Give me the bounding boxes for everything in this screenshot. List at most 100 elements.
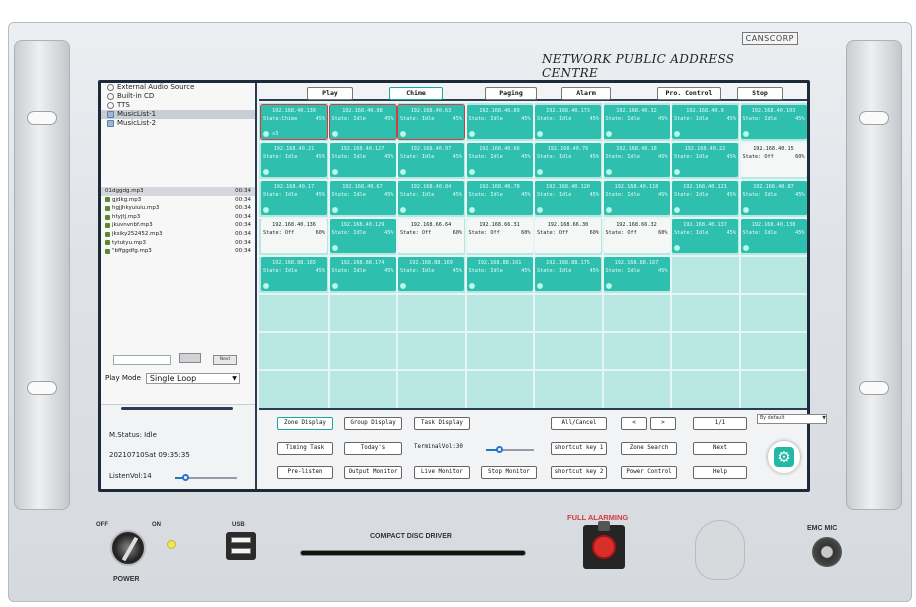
zone-tile[interactable]: 192.168.40.127 State: Idle 45%	[329, 143, 396, 177]
usb-ports[interactable]	[226, 532, 256, 560]
date-time: 20210710Sat 09:35:35	[109, 451, 190, 459]
play-mode-select[interactable]: Single Loop ▼	[145, 372, 240, 384]
alarm-switch[interactable]	[583, 521, 625, 569]
tab-chime[interactable]: Chime	[389, 87, 443, 100]
zone-speaker-icon	[605, 169, 612, 175]
zone-tile[interactable]: 192.168.88.167 State: Idle 45%	[603, 257, 670, 291]
task-display-button[interactable]: Task Display	[414, 417, 470, 430]
zone-tile[interactable]: 192.168.88.165 State: Idle 45%	[261, 257, 327, 291]
all-cancel-button[interactable]: All/Cancel	[551, 417, 607, 430]
cd-button[interactable]	[179, 353, 201, 363]
power-control-button[interactable]: Power Control	[621, 466, 677, 479]
zone-tile[interactable]: 192.168.40.21 State: Idle 45%	[261, 143, 327, 177]
zone-tile[interactable]: 192.168.40.17 State: Idle 45%	[261, 181, 327, 215]
file-item[interactable]: htyjtj.mp3 00:34	[101, 213, 255, 222]
tab-paging[interactable]: Paging	[485, 87, 537, 100]
shortcut-key-1-button[interactable]: shortcut key 1	[551, 442, 607, 455]
music-note-icon	[105, 223, 110, 229]
alarm-button[interactable]	[592, 535, 616, 559]
microphone-jack-icon[interactable]	[812, 537, 842, 567]
group-display-button[interactable]: Group Display	[344, 417, 402, 430]
zone-tile[interactable]: 192.168.40.15 State: Off 60%	[740, 143, 807, 177]
tab-stop[interactable]: Stop	[737, 87, 783, 100]
zone-ip: 192.168.40.103	[751, 108, 796, 114]
file-item[interactable]: tytutyu.mp3 00:34	[101, 239, 255, 248]
zone-tile[interactable]: 192.168.40.130 State:Chime 45% x3	[260, 104, 328, 140]
zone-tile[interactable]: 192.168.40.173 State: Idle 45%	[535, 105, 601, 139]
zone-volume: 45%	[795, 192, 805, 198]
zone-status-row: State: Off 60%	[468, 229, 532, 237]
zone-tile[interactable]: 192.168.66.31 State: Off 60%	[466, 219, 533, 253]
zone-tile[interactable]: 192.168.88.161 State: Idle 45%	[466, 257, 533, 291]
zone-tile[interactable]: 192.168.40.9 State: Idle 45%	[672, 105, 738, 139]
power-key-switch[interactable]	[110, 530, 146, 566]
zone-tile[interactable]: 192.168.40.78 State: Idle 45%	[466, 181, 533, 215]
zone-tile[interactable]: 192.168.40.32 State: Idle 45%	[603, 105, 670, 139]
listen-volume-knob[interactable]	[182, 474, 189, 481]
zone-tile[interactable]: 192.168.66.32 State: Off 60%	[603, 219, 670, 253]
stop-monitor-button[interactable]: Stop Monitor	[481, 466, 537, 479]
file-item[interactable]: jkuvnvnbf.mp3 00:34	[101, 221, 255, 230]
terminal-volume-knob[interactable]	[496, 446, 503, 453]
file-item[interactable]: hgjjhkyuiuiu.mp3 00:34	[101, 204, 255, 213]
source-item[interactable]: External Audio Source	[101, 83, 255, 92]
terminal-volume-slider[interactable]	[486, 446, 534, 453]
next-button[interactable]: Next	[213, 355, 237, 365]
zone-tile[interactable]: 192.168.40.136 State: Off 60%	[261, 219, 327, 253]
source-item[interactable]: MusicList-1	[101, 110, 255, 119]
file-item[interactable]: "bffggdfg.mp3 00:34	[101, 247, 255, 256]
zone-tile[interactable]: 192.168.40.129 State: Idle 45%	[329, 219, 396, 253]
source-item[interactable]: Built-in CD	[101, 92, 255, 101]
zone-tile[interactable]: 192.168.40.67 State: Idle 45%	[329, 181, 396, 215]
source-item[interactable]: TTS	[101, 101, 255, 110]
zone-tile[interactable]: 192.168.88.169 State: Idle 45%	[398, 257, 464, 291]
zone-search-button[interactable]: Zone Search	[621, 442, 677, 455]
file-item[interactable]: gjdkg.mp3 00:34	[101, 196, 255, 205]
listen-volume-slider[interactable]	[175, 474, 237, 481]
zone-tile[interactable]: 192.168.40.22 State: Idle 45%	[672, 143, 738, 177]
playlist-input[interactable]	[113, 355, 171, 365]
sort-select[interactable]: By default ▼	[757, 414, 827, 424]
todays-button[interactable]: Today's	[344, 442, 402, 455]
zone-tile[interactable]: 192.168.40.98 State: Idle 45%	[328, 104, 397, 140]
zone-tile[interactable]: 192.168.88.175 State: Idle 45%	[535, 257, 601, 291]
file-item[interactable]: jksiky252452.mp3 00:34	[101, 230, 255, 239]
tab-alarm[interactable]: Alarm	[561, 87, 611, 100]
tab-play[interactable]: Play	[307, 87, 353, 100]
zone-volume: 45%	[795, 230, 805, 236]
zone-tile[interactable]: 192.168.40.84 State: Idle 45%	[398, 181, 464, 215]
shortcut-key-2-button[interactable]: shortcut key 2	[551, 466, 607, 479]
zone-tile[interactable]: 192.168.40.76 State: Idle 45%	[535, 143, 601, 177]
zone-tile[interactable]: 192.168.88.174 State: Idle 45%	[329, 257, 396, 291]
previous-page-button[interactable]: <	[621, 417, 647, 430]
timing-task-button[interactable]: Timing Task	[277, 442, 333, 455]
file-name-wrap: jksiky252452.mp3	[105, 230, 162, 239]
zone-tile[interactable]: 192.168.40.97 State: Idle 45%	[398, 143, 464, 177]
output-monitor-button[interactable]: Output Monitor	[344, 466, 402, 479]
tab-pro-control[interactable]: Pro. Control	[657, 87, 721, 100]
zone-tile[interactable]: 192.168.40.121 State: Idle 45%	[672, 181, 738, 215]
zone-tile[interactable]: 192.168.66.30 State: Off 60%	[535, 219, 601, 253]
cd-slot[interactable]	[300, 550, 526, 556]
zone-tile[interactable]: 192.168.40.118 State: Idle 45%	[603, 181, 670, 215]
zone-tile[interactable]: 192.168.66.64 State: Off 60%	[398, 219, 464, 253]
zone-tile[interactable]: 192.168.40.120 State: Idle 45%	[535, 181, 601, 215]
help-button[interactable]: Help	[693, 466, 747, 479]
zone-display-button[interactable]: Zone Display	[277, 417, 333, 430]
zone-tile[interactable]: 192.168.40.18 State: Idle 45%	[603, 143, 670, 177]
zone-state: State: Idle	[331, 192, 366, 198]
next-button[interactable]: Next	[693, 442, 747, 455]
zone-tile[interactable]: 192.168.40.103 State: Idle 45%	[740, 105, 807, 139]
source-item[interactable]: MusicList-2	[101, 119, 255, 128]
settings-button[interactable]: ⚙	[767, 440, 801, 474]
zone-tile[interactable]: 192.168.40.63 State: Idle 45%	[397, 104, 465, 140]
zone-tile[interactable]: 192.168.40.138 State: Idle 45%	[740, 219, 807, 253]
zone-tile[interactable]: 192.168.40.87 State: Idle 45%	[740, 181, 807, 215]
file-item[interactable]: 01dggdg.mp3 00:34	[101, 187, 255, 196]
next-page-button[interactable]: >	[650, 417, 676, 430]
zone-tile[interactable]: 192.168.40.66 State: Idle 45%	[466, 143, 533, 177]
live-monitor-button[interactable]: Live Monitor	[414, 466, 470, 479]
zone-tile[interactable]: 192.168.40.89 State: Idle 45%	[466, 105, 533, 139]
pre-listen-button[interactable]: Pre-listen	[277, 466, 333, 479]
zone-tile[interactable]: 192.168.40.137 State: Idle 45%	[672, 219, 738, 253]
